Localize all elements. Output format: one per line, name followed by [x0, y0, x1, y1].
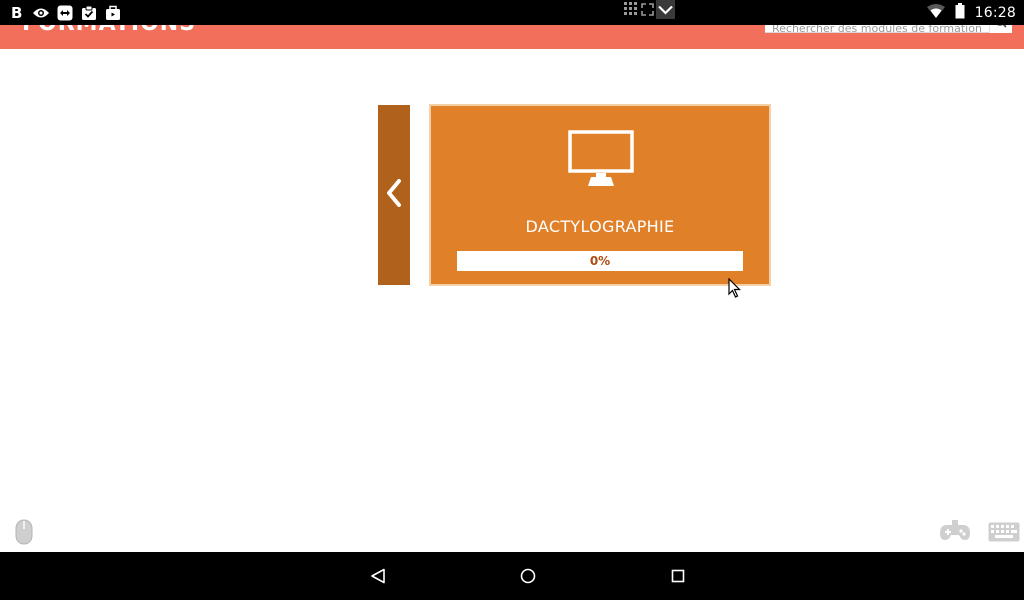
bold-b-icon: B — [8, 4, 26, 21]
teamviewer-icon — [56, 4, 74, 21]
search-box[interactable] — [765, 25, 989, 37]
chevron-down-icon[interactable] — [656, 0, 675, 19]
app-header: FORMATIONS — [0, 25, 1024, 49]
keyboard-icon[interactable] — [988, 522, 1020, 546]
module-progress-bar: 0% — [457, 251, 743, 271]
notification-icons: B — [8, 4, 122, 21]
svg-text:B: B — [11, 5, 22, 20]
expand-icon[interactable] — [639, 1, 656, 18]
back-triangle-icon[interactable] — [367, 566, 389, 586]
progress-label: 0% — [589, 254, 611, 268]
battery-icon — [955, 2, 965, 23]
module-card-dactylographie[interactable]: DACTYLOGRAPHIE 0% — [429, 104, 771, 286]
monitor-icon — [567, 129, 635, 189]
carousel-prev-button[interactable] — [378, 105, 410, 285]
gamepad-icon[interactable] — [939, 520, 971, 546]
mouse-cursor-icon — [728, 277, 741, 302]
eye-icon — [32, 4, 50, 21]
grid-icon[interactable] — [622, 1, 639, 18]
home-circle-icon[interactable] — [517, 566, 539, 586]
navigation-bar — [0, 552, 1024, 600]
search-button[interactable] — [989, 25, 1012, 33]
page-title: FORMATIONS — [22, 25, 196, 36]
system-overlay-controls — [622, 0, 675, 19]
wifi-icon — [926, 3, 945, 22]
module-title: DACTYLOGRAPHIE — [525, 217, 675, 236]
recents-square-icon[interactable] — [667, 566, 689, 586]
clipboard-check-icon — [80, 4, 98, 21]
status-bar: B 16:28 — [0, 0, 1024, 25]
chevron-left-icon — [386, 179, 402, 211]
search-icon — [995, 25, 1007, 33]
search-input[interactable] — [765, 25, 989, 37]
system-status: 16:28 — [926, 2, 1016, 23]
mouse-icon[interactable] — [15, 519, 33, 549]
clock: 16:28 — [974, 4, 1016, 21]
briefcase-icon — [104, 4, 122, 21]
